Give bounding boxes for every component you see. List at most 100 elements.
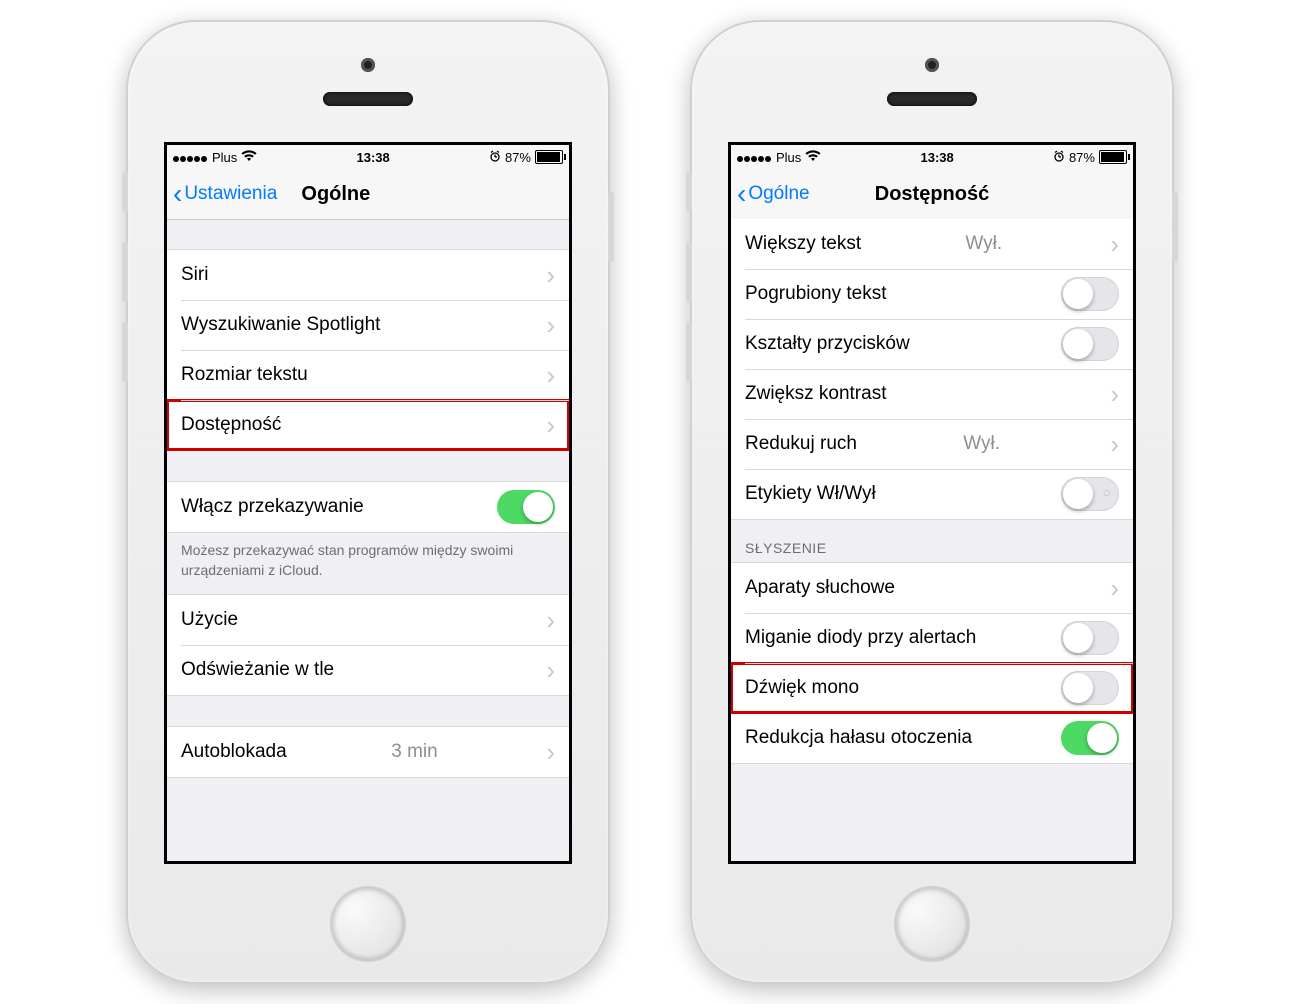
settings-group-3: Autoblokada 3 min › <box>167 726 569 778</box>
chevron-right-icon: › <box>546 260 555 291</box>
handoff-toggle[interactable] <box>497 490 555 524</box>
row-label: Zwiększ kontrast <box>745 383 886 405</box>
row-label: Wyszukiwanie Spotlight <box>181 314 380 336</box>
home-button[interactable] <box>332 888 404 960</box>
power-button <box>1172 192 1178 262</box>
chevron-right-icon: › <box>1110 379 1119 410</box>
row-label: Siri <box>181 264 208 286</box>
row-usage[interactable]: Użycie › <box>167 595 569 645</box>
row-larger-text[interactable]: Większy tekst Wył. › <box>731 219 1133 269</box>
row-label: Odświeżanie w tle <box>181 659 334 681</box>
back-label: Ustawienia <box>184 183 277 205</box>
wifi-icon <box>241 150 257 164</box>
row-siri[interactable]: Siri › <box>167 250 569 300</box>
carrier-label: Plus <box>776 150 801 165</box>
handoff-note: Możesz przekazywać stan programów między… <box>167 533 569 594</box>
row-detail: Wył. <box>965 233 1006 255</box>
row-autolock[interactable]: Autoblokada 3 min › <box>167 727 569 777</box>
bold-text-toggle[interactable] <box>1061 277 1119 311</box>
earpiece <box>887 92 977 106</box>
chevron-right-icon: › <box>546 360 555 391</box>
phone-right: Plus 13:38 87% ‹ Ogólne Dostępność <box>690 20 1174 984</box>
phone-left: Plus 13:38 87% ‹ Ustawienia Ogólne <box>126 20 610 984</box>
back-button[interactable]: ‹ Ustawienia <box>167 183 277 205</box>
led-flash-toggle[interactable] <box>1061 621 1119 655</box>
row-hearing-aids[interactable]: Aparaty słuchowe › <box>731 563 1133 613</box>
mono-audio-toggle[interactable] <box>1061 671 1119 705</box>
signal-dots <box>737 150 772 165</box>
volume-down <box>686 322 692 382</box>
chevron-right-icon: › <box>546 310 555 341</box>
section-header-hearing: SŁYSZENIE <box>731 520 1133 562</box>
settings-group-1: Siri › Wyszukiwanie Spotlight › Rozmiar … <box>167 249 569 451</box>
volume-up <box>122 242 128 302</box>
row-label: Autoblokada <box>181 741 287 763</box>
row-led-flash[interactable]: Miganie diody przy alertach <box>731 613 1133 663</box>
chevron-right-icon: › <box>1110 229 1119 260</box>
row-label: Włącz przekazywanie <box>181 496 364 518</box>
battery-pct: 87% <box>505 150 531 165</box>
earpiece <box>323 92 413 106</box>
front-camera <box>925 58 939 72</box>
row-label: Etykiety Wł/Wył <box>745 483 876 505</box>
alarm-icon <box>1053 150 1065 165</box>
chevron-right-icon: › <box>1110 429 1119 460</box>
settings-group-handoff: Włącz przekazywanie <box>167 481 569 533</box>
row-onoff-labels[interactable]: Etykiety Wł/Wył <box>731 469 1133 519</box>
nav-bar: ‹ Ogólne Dostępność <box>731 169 1133 220</box>
page-title: Dostępność <box>875 183 989 206</box>
volume-down <box>122 322 128 382</box>
accessibility-scroll[interactable]: Większy tekst Wył. › Pogrubiony tekst Ks… <box>731 219 1133 861</box>
row-label: Miganie diody przy alertach <box>745 627 976 649</box>
clock: 13:38 <box>921 150 954 165</box>
settings-group-2: Użycie › Odświeżanie w tle › <box>167 594 569 696</box>
row-noise-cancel[interactable]: Redukcja hałasu otoczenia <box>731 713 1133 763</box>
screen: Plus 13:38 87% ‹ Ustawienia Ogólne <box>164 142 572 864</box>
clock: 13:38 <box>357 150 390 165</box>
row-mono-audio[interactable]: Dźwięk mono <box>731 663 1133 713</box>
wifi-icon <box>805 150 821 164</box>
row-label: Redukuj ruch <box>745 433 857 455</box>
row-label: Dostępność <box>181 414 281 436</box>
battery-icon <box>1099 150 1127 164</box>
row-background-refresh[interactable]: Odświeżanie w tle › <box>167 645 569 695</box>
row-label: Aparaty słuchowe <box>745 577 895 599</box>
button-shapes-toggle[interactable] <box>1061 327 1119 361</box>
row-bold-text[interactable]: Pogrubiony tekst <box>731 269 1133 319</box>
chevron-right-icon: › <box>546 655 555 686</box>
mute-switch <box>686 172 692 212</box>
row-label: Kształty przycisków <box>745 333 910 355</box>
onoff-labels-toggle[interactable] <box>1061 477 1119 511</box>
row-handoff[interactable]: Włącz przekazywanie <box>167 482 569 532</box>
row-detail: Wył. <box>963 433 1004 455</box>
screen: Plus 13:38 87% ‹ Ogólne Dostępność <box>728 142 1136 864</box>
row-button-shapes[interactable]: Kształty przycisków <box>731 319 1133 369</box>
battery-pct: 87% <box>1069 150 1095 165</box>
volume-up <box>686 242 692 302</box>
settings-scroll[interactable]: Siri › Wyszukiwanie Spotlight › Rozmiar … <box>167 219 569 861</box>
chevron-right-icon: › <box>546 737 555 768</box>
power-button <box>608 192 614 262</box>
battery-icon <box>535 150 563 164</box>
row-accessibility[interactable]: Dostępność › <box>167 400 569 450</box>
back-button[interactable]: ‹ Ogólne <box>731 183 810 205</box>
row-reduce-motion[interactable]: Redukuj ruch Wył. › <box>731 419 1133 469</box>
row-label: Redukcja hałasu otoczenia <box>745 727 972 749</box>
vision-group: Większy tekst Wył. › Pogrubiony tekst Ks… <box>731 219 1133 520</box>
row-spotlight[interactable]: Wyszukiwanie Spotlight › <box>167 300 569 350</box>
row-detail: 3 min <box>391 741 441 763</box>
page-title: Ogólne <box>301 183 370 206</box>
row-label: Użycie <box>181 609 238 631</box>
hearing-group: Aparaty słuchowe › Miganie diody przy al… <box>731 562 1133 764</box>
alarm-icon <box>489 150 501 165</box>
row-label: Większy tekst <box>745 233 861 255</box>
row-text-size[interactable]: Rozmiar tekstu › <box>167 350 569 400</box>
back-label: Ogólne <box>748 183 809 205</box>
row-increase-contrast[interactable]: Zwiększ kontrast › <box>731 369 1133 419</box>
signal-dots <box>173 150 208 165</box>
status-bar: Plus 13:38 87% <box>731 145 1133 169</box>
noise-cancel-toggle[interactable] <box>1061 721 1119 755</box>
row-label: Pogrubiony tekst <box>745 283 887 305</box>
row-label: Rozmiar tekstu <box>181 364 308 386</box>
home-button[interactable] <box>896 888 968 960</box>
